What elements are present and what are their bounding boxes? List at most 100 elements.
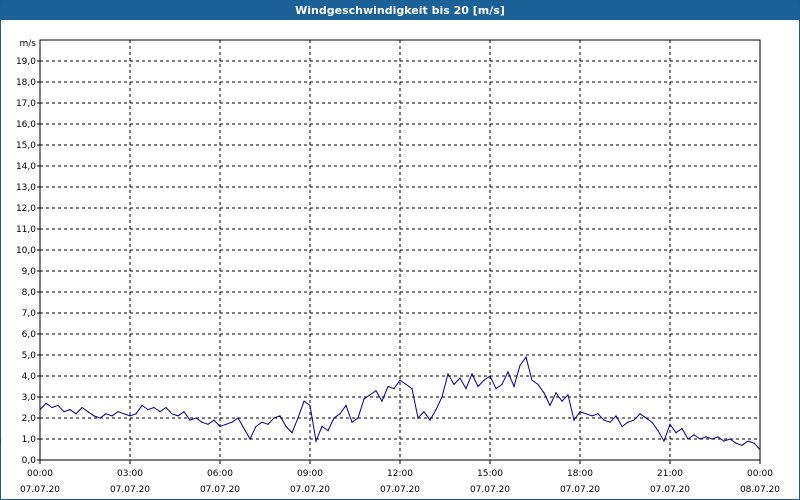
data-point <box>357 417 359 419</box>
data-point <box>141 404 143 406</box>
data-point <box>513 385 515 388</box>
data-point <box>147 409 149 411</box>
x-tick-time: 06:00 <box>207 469 233 479</box>
data-point <box>273 417 275 419</box>
data-point <box>129 415 131 417</box>
data-point <box>423 411 425 413</box>
x-tick-date: 07.07.20 <box>560 485 600 495</box>
data-point <box>645 417 647 419</box>
data-point <box>57 404 59 406</box>
data-point <box>663 440 665 442</box>
data-point <box>405 383 407 385</box>
data-point <box>591 415 593 417</box>
data-point <box>639 413 641 415</box>
data-point <box>675 432 677 434</box>
data-point <box>555 392 557 394</box>
data-point <box>375 390 377 392</box>
data-point <box>0 442 1 444</box>
data-point <box>363 398 365 400</box>
data-point <box>81 406 83 409</box>
data-point <box>699 438 701 440</box>
data-point <box>759 448 761 451</box>
data-point <box>345 404 347 406</box>
data-point <box>573 419 575 421</box>
data-point <box>609 421 611 423</box>
x-tick-date: 07.07.20 <box>650 485 690 495</box>
y-tick-label: 11,0 <box>16 225 36 235</box>
y-tick-label: 4,0 <box>22 372 37 382</box>
data-point <box>171 413 173 415</box>
y-tick-label: 1,0 <box>22 435 37 445</box>
y-tick-label: 6,0 <box>22 330 37 340</box>
data-point <box>105 413 107 415</box>
data-point <box>621 425 623 427</box>
data-point <box>489 375 491 377</box>
data-point <box>453 383 455 385</box>
data-point <box>381 400 383 402</box>
data-point <box>291 432 293 434</box>
data-point <box>279 415 281 417</box>
data-point <box>393 388 395 390</box>
data-point <box>669 423 671 425</box>
y-tick-label: 14,0 <box>16 162 36 172</box>
y-tick-label: 9,0 <box>22 267 37 277</box>
data-point <box>579 411 581 413</box>
y-axis-label: m/s <box>20 39 37 49</box>
data-point <box>561 400 563 402</box>
y-tick-label: 3,0 <box>22 393 37 403</box>
data-point <box>597 413 599 415</box>
x-tick-date: 07.07.20 <box>110 485 150 495</box>
data-point <box>225 423 227 425</box>
data-point <box>735 442 737 444</box>
data-point <box>333 417 335 419</box>
y-tick-label: 16,0 <box>16 120 36 130</box>
data-point <box>387 385 389 388</box>
data-point <box>159 411 161 413</box>
data-point <box>213 419 215 421</box>
data-point <box>543 392 545 394</box>
data-point <box>189 419 191 421</box>
data-point <box>435 409 437 411</box>
x-tick-time: 12:00 <box>387 469 413 479</box>
data-point <box>267 423 269 425</box>
data-point <box>0 440 1 442</box>
y-tick-label: 15,0 <box>16 141 36 151</box>
y-tick-label: 12,0 <box>16 204 36 214</box>
data-point <box>201 421 203 423</box>
wind-speed-chart: 0,0 1,0 2,0 3,0 4,0 5,0 6,0 7,0 8,0 9,0 10,0 11,0 12… <box>0 39 780 495</box>
data-point <box>45 402 47 404</box>
data-point <box>75 413 77 415</box>
data-point <box>243 427 245 430</box>
y-tick-label: 10,0 <box>16 246 36 256</box>
data-point <box>441 396 443 398</box>
data-point <box>477 385 479 388</box>
data-point <box>165 406 167 409</box>
x-tick-time: 03:00 <box>117 469 143 479</box>
data-point <box>99 417 101 419</box>
x-tick-time: 00:00 <box>747 469 773 479</box>
data-point <box>633 419 635 421</box>
data-point <box>69 409 71 411</box>
data-point <box>429 419 431 421</box>
data-point <box>321 425 323 427</box>
data-point <box>399 379 401 381</box>
data-point <box>195 417 197 419</box>
data-point <box>309 404 311 406</box>
data-point <box>567 394 569 396</box>
data-point <box>117 411 119 413</box>
x-tick-time: 15:00 <box>477 469 503 479</box>
data-point <box>351 421 353 423</box>
data-point <box>525 356 527 358</box>
data-point <box>615 415 617 417</box>
data-point <box>63 411 65 413</box>
data-point <box>723 440 725 442</box>
data-point <box>255 425 257 427</box>
y-tick-label: 18,0 <box>16 78 36 88</box>
data-point <box>687 438 689 440</box>
x-tick-time: 18:00 <box>567 469 593 479</box>
data-point <box>627 421 629 423</box>
x-tick-time: 00:00 <box>27 469 53 479</box>
x-tick-date: 07.07.20 <box>380 485 420 495</box>
data-point <box>681 427 683 430</box>
data-point <box>39 409 41 411</box>
